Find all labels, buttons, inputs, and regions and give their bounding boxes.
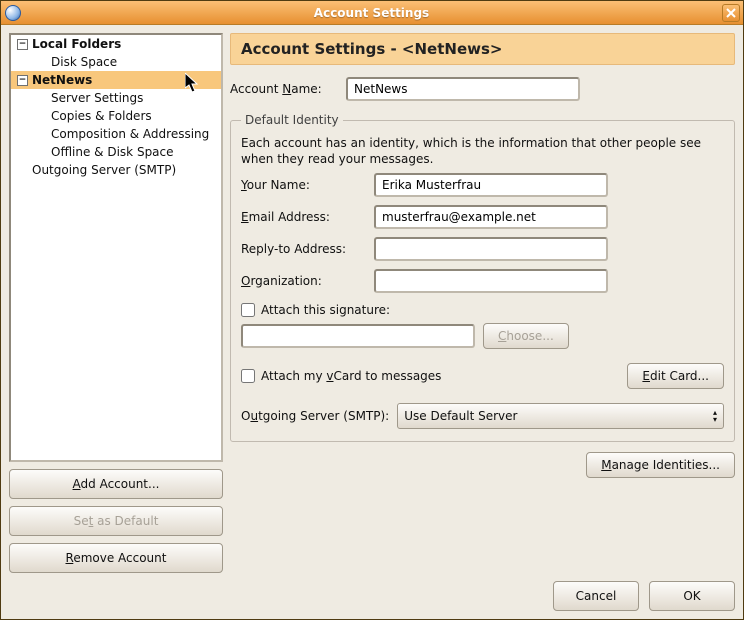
window: Account Settings − Local Folders Disk Sp… xyxy=(0,0,744,620)
client-area: − Local Folders Disk Space − NetNews Ser… xyxy=(1,25,743,619)
attach-signature-checkbox[interactable] xyxy=(241,303,255,317)
tree-item-netnews[interactable]: − NetNews xyxy=(11,71,221,89)
organization-input[interactable] xyxy=(374,269,608,293)
tree-item-composition-addressing[interactable]: Composition & Addressing xyxy=(11,125,221,143)
close-button[interactable] xyxy=(722,4,740,22)
collapse-icon[interactable]: − xyxy=(17,39,28,50)
outgoing-server-label: Outgoing Server (SMTP): xyxy=(241,409,389,423)
window-title: Account Settings xyxy=(21,6,722,20)
tree-item-offline-disk-space[interactable]: Offline & Disk Space xyxy=(11,143,221,161)
account-name-input[interactable] xyxy=(346,77,580,101)
reply-to-label: Reply-to Address: xyxy=(241,242,366,256)
account-name-row: Account Name: xyxy=(230,77,735,101)
tree-item-outgoing-server[interactable]: Outgoing Server (SMTP) xyxy=(11,161,221,179)
attach-signature-label: Attach this signature: xyxy=(261,303,390,317)
close-icon xyxy=(726,8,736,18)
panel-title: Account Settings - <NetNews> xyxy=(230,33,735,65)
left-column: − Local Folders Disk Space − NetNews Ser… xyxy=(9,33,223,573)
account-name-label: Account Name: xyxy=(230,82,340,96)
tree-item-server-settings[interactable]: Server Settings xyxy=(11,89,221,107)
email-label: Email Address: xyxy=(241,210,366,224)
email-input[interactable] xyxy=(374,205,608,229)
titlebar: Account Settings xyxy=(1,1,743,25)
tree-item-copies-folders[interactable]: Copies & Folders xyxy=(11,107,221,125)
organization-label: Organization: xyxy=(241,274,366,288)
remove-account-button[interactable]: Remove Account xyxy=(9,543,223,573)
top-split: − Local Folders Disk Space − NetNews Ser… xyxy=(9,33,735,573)
default-identity-group: Default Identity Each account has an ide… xyxy=(230,113,735,442)
add-account-button[interactable]: Add Account... xyxy=(9,469,223,499)
tree-item-local-folders[interactable]: − Local Folders xyxy=(11,35,221,53)
manage-identities-button[interactable]: Manage Identities... xyxy=(586,452,735,478)
dialog-buttons: Cancel OK xyxy=(9,581,735,611)
choose-signature-button: Choose... xyxy=(483,323,569,349)
outgoing-server-combo[interactable]: Use Default Server ▴▾ xyxy=(397,403,724,429)
your-name-input[interactable] xyxy=(374,173,608,197)
attach-vcard-checkbox[interactable] xyxy=(241,369,255,383)
attach-signature-row: Attach this signature: xyxy=(241,303,724,317)
set-as-default-button: Set as Default xyxy=(9,506,223,536)
cancel-button[interactable]: Cancel xyxy=(553,581,639,611)
default-identity-legend: Default Identity xyxy=(241,113,343,127)
identity-description: Each account has an identity, which is t… xyxy=(241,135,724,167)
settings-panel: Account Settings - <NetNews> Account Nam… xyxy=(230,33,735,573)
ok-button[interactable]: OK xyxy=(649,581,735,611)
signature-path-input[interactable] xyxy=(241,324,475,348)
your-name-label: Your Name: xyxy=(241,178,366,192)
attach-vcard-label: Attach my vCard to messages xyxy=(261,369,441,383)
reply-to-input[interactable] xyxy=(374,237,608,261)
edit-card-button[interactable]: Edit Card... xyxy=(627,363,724,389)
tree-item-disk-space[interactable]: Disk Space xyxy=(11,53,221,71)
collapse-icon[interactable]: − xyxy=(17,75,28,86)
app-icon xyxy=(5,5,21,21)
updown-icon: ▴▾ xyxy=(713,409,717,423)
account-tree[interactable]: − Local Folders Disk Space − NetNews Ser… xyxy=(9,33,223,462)
